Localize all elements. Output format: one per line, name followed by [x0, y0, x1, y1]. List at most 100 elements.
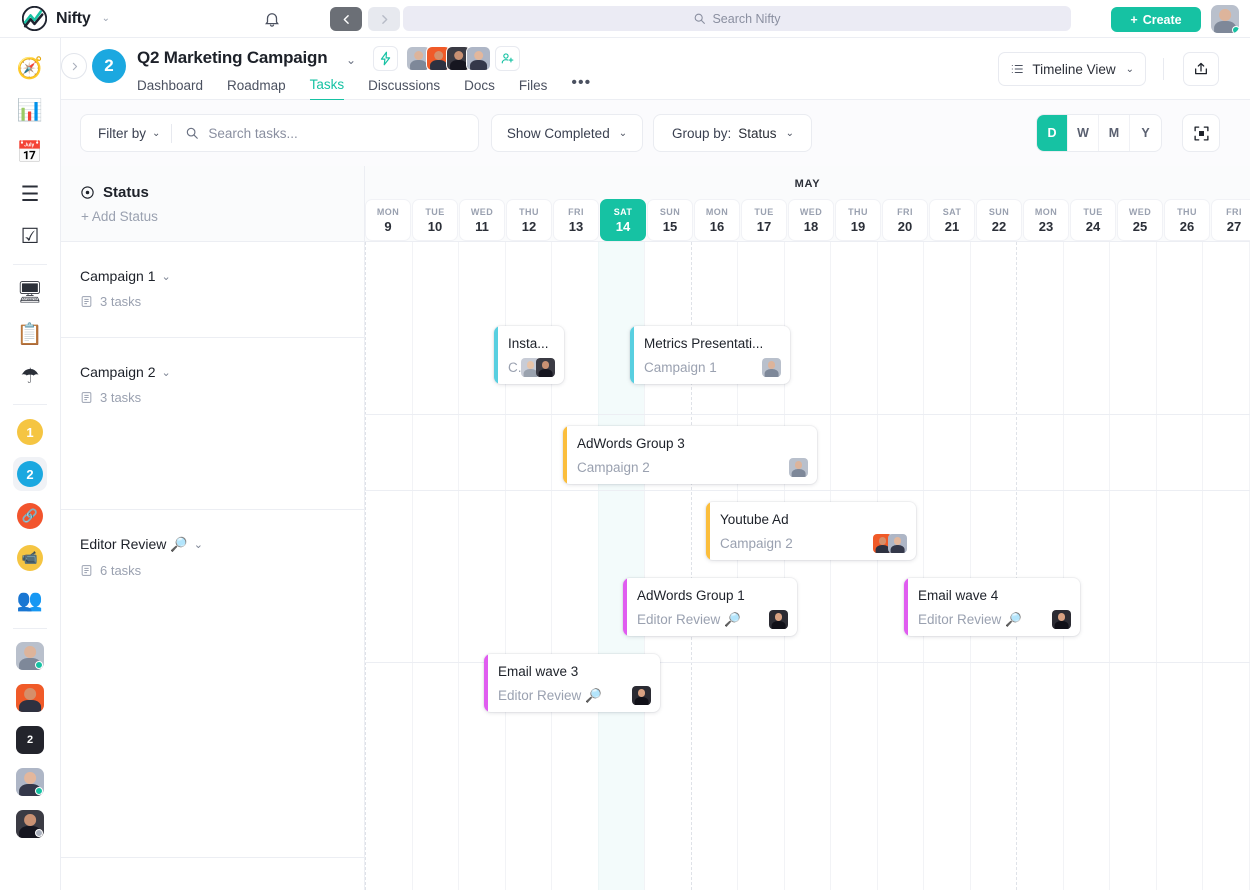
day-cell[interactable]: TUE24 [1070, 199, 1116, 241]
nav-back-button[interactable] [330, 7, 362, 31]
rail-item-calendar[interactable]: 📅 [13, 135, 47, 169]
card-assignees[interactable] [762, 358, 781, 377]
day-cell[interactable]: WED25 [1117, 199, 1163, 241]
project-badge: 2 [92, 49, 126, 83]
timeline-task-card[interactable]: Metrics Presentati...Campaign 1 [630, 326, 790, 384]
card-assignees[interactable] [789, 458, 808, 477]
rail-item-project-monitor[interactable]: 🖥 [13, 275, 47, 309]
chevron-down-icon[interactable]: ⌄ [346, 53, 356, 67]
fullscreen-button[interactable] [1182, 114, 1220, 152]
day-cell[interactable]: FRI27 [1211, 199, 1250, 241]
group-name: Campaign 2 [80, 364, 156, 380]
card-assignees[interactable] [632, 686, 651, 705]
tab-discussions[interactable]: Discussions [368, 78, 440, 100]
day-cell[interactable]: MON16 [694, 199, 740, 241]
day-cell[interactable]: WED18 [788, 199, 834, 241]
group-row[interactable]: Campaign 1⌄3 tasks [61, 242, 364, 338]
day-cell[interactable]: THU26 [1164, 199, 1210, 241]
task-count-label: 6 tasks [100, 563, 141, 578]
expand-sidebar-button[interactable] [61, 53, 87, 79]
day-of-week: WED [800, 207, 822, 217]
chevron-down-icon[interactable]: ⌄ [162, 270, 171, 283]
day-cell[interactable]: FRI13 [553, 199, 599, 241]
day-cell[interactable]: WED11 [459, 199, 505, 241]
rail-item-project-umbrella[interactable]: ☂ [13, 359, 47, 393]
day-cell[interactable]: THU19 [835, 199, 881, 241]
timeline-task-card[interactable]: Email wave 4Editor Review 🔎 [904, 578, 1080, 636]
group-column: Status + Add Status Campaign 1⌄3 tasks Ca… [61, 166, 365, 890]
zoom-W[interactable]: W [1068, 115, 1099, 151]
share-button[interactable] [1183, 52, 1219, 86]
group-row[interactable]: Campaign 2⌄3 tasks [61, 338, 364, 510]
rail-item-project-two[interactable]: 2 [13, 457, 47, 491]
card-assignees[interactable] [873, 534, 907, 553]
bell-icon[interactable] [263, 10, 281, 28]
zoom-D[interactable]: D [1037, 115, 1068, 151]
timeline-task-card[interactable]: Youtube AdCampaign 2 [706, 502, 916, 560]
rail-item-avatar-2[interactable] [13, 681, 47, 715]
task-search-bar[interactable]: Filter by ⌄ Search tasks... [80, 114, 479, 152]
timeline-task-card[interactable]: Insta...C.. [494, 326, 564, 384]
add-status-button[interactable]: + Add Status [80, 209, 364, 224]
global-search-input[interactable]: Search Nifty [403, 6, 1071, 31]
user-avatar[interactable] [1211, 5, 1239, 33]
day-cell[interactable]: SAT21 [929, 199, 975, 241]
tasks-icon [80, 391, 93, 404]
day-cell[interactable]: TUE17 [741, 199, 787, 241]
day-cell[interactable]: THU12 [506, 199, 552, 241]
group-row[interactable]: Editor Review 🔎⌄6 tasks [61, 510, 364, 858]
tab-tasks[interactable]: Tasks [310, 77, 345, 101]
zoom-Y[interactable]: Y [1130, 115, 1161, 151]
rail-item-avatar-count[interactable]: 2 [13, 723, 47, 757]
day-cell[interactable]: SUN22 [976, 199, 1022, 241]
nav-forward-button[interactable] [368, 7, 400, 31]
rail-item-reports[interactable]: 📊 [13, 93, 47, 127]
timeline-task-card[interactable]: AdWords Group 3Campaign 2 [563, 426, 817, 484]
card-assignees[interactable] [769, 610, 788, 629]
rail-item-project-link[interactable]: 🔗 [13, 499, 47, 533]
rail-item-compass[interactable]: 🧭 [13, 51, 47, 85]
rail-item-project-one[interactable]: 1 [13, 415, 47, 449]
create-button[interactable]: + Create [1111, 7, 1201, 32]
calendar-icon: 📅 [17, 142, 43, 163]
rail-item-tasks[interactable]: ☑ [13, 219, 47, 253]
rail-item-avatar-4[interactable] [13, 807, 47, 841]
rail-item-project-camera[interactable]: 📹 [13, 541, 47, 575]
add-member-button[interactable] [495, 46, 520, 71]
timeline-task-card[interactable]: Email wave 3Editor Review 🔎 [484, 654, 660, 712]
chevron-down-icon[interactable]: ⌄ [162, 366, 171, 379]
day-number: 23 [1039, 219, 1053, 234]
tab-roadmap[interactable]: Roadmap [227, 78, 286, 100]
day-cell[interactable]: SUN15 [647, 199, 693, 241]
show-completed-dropdown[interactable]: Show Completed ⌄ [491, 114, 643, 152]
group-by-dropdown[interactable]: Group by: Status ⌄ [653, 114, 812, 152]
group-column-header: Status + Add Status [61, 166, 364, 242]
rail-item-avatar-3[interactable] [13, 765, 47, 799]
chevron-down-icon[interactable]: ⌄ [194, 538, 203, 551]
tab-docs[interactable]: Docs [464, 78, 495, 100]
day-cell[interactable]: MON23 [1023, 199, 1069, 241]
card-assignees[interactable] [521, 358, 555, 377]
timeline-grid[interactable]: Insta...C.. Metrics Presentati...Campaign… [365, 242, 1250, 890]
day-cell[interactable]: FRI20 [882, 199, 928, 241]
brand[interactable]: Nifty ⌄ [22, 6, 110, 31]
day-cell[interactable]: MON9 [365, 199, 411, 241]
day-cell[interactable]: TUE10 [412, 199, 458, 241]
tasks-icon [80, 295, 93, 308]
view-selector[interactable]: Timeline View ⌄ [998, 52, 1146, 86]
lightning-icon[interactable] [373, 46, 398, 71]
tab-dashboard[interactable]: Dashboard [137, 78, 203, 100]
timeline-task-card[interactable]: AdWords Group 1Editor Review 🔎 [623, 578, 797, 636]
rail-item-list[interactable]: ☰ [13, 177, 47, 211]
rail-item-project-team[interactable]: 👥 [13, 583, 47, 617]
rail-item-project-docs[interactable]: 📋 [13, 317, 47, 351]
avatar[interactable] [466, 46, 491, 71]
filter-toolbar: Filter by ⌄ Search tasks... Show Complet… [61, 100, 1250, 166]
filter-by-label[interactable]: Filter by [98, 126, 146, 141]
card-assignees[interactable] [1052, 610, 1071, 629]
tab-files[interactable]: Files [519, 78, 548, 100]
day-cell[interactable]: SAT14 [600, 199, 646, 241]
tabs-more-button[interactable]: ••• [571, 74, 591, 103]
rail-item-avatar-1[interactable] [13, 639, 47, 673]
zoom-M[interactable]: M [1099, 115, 1130, 151]
